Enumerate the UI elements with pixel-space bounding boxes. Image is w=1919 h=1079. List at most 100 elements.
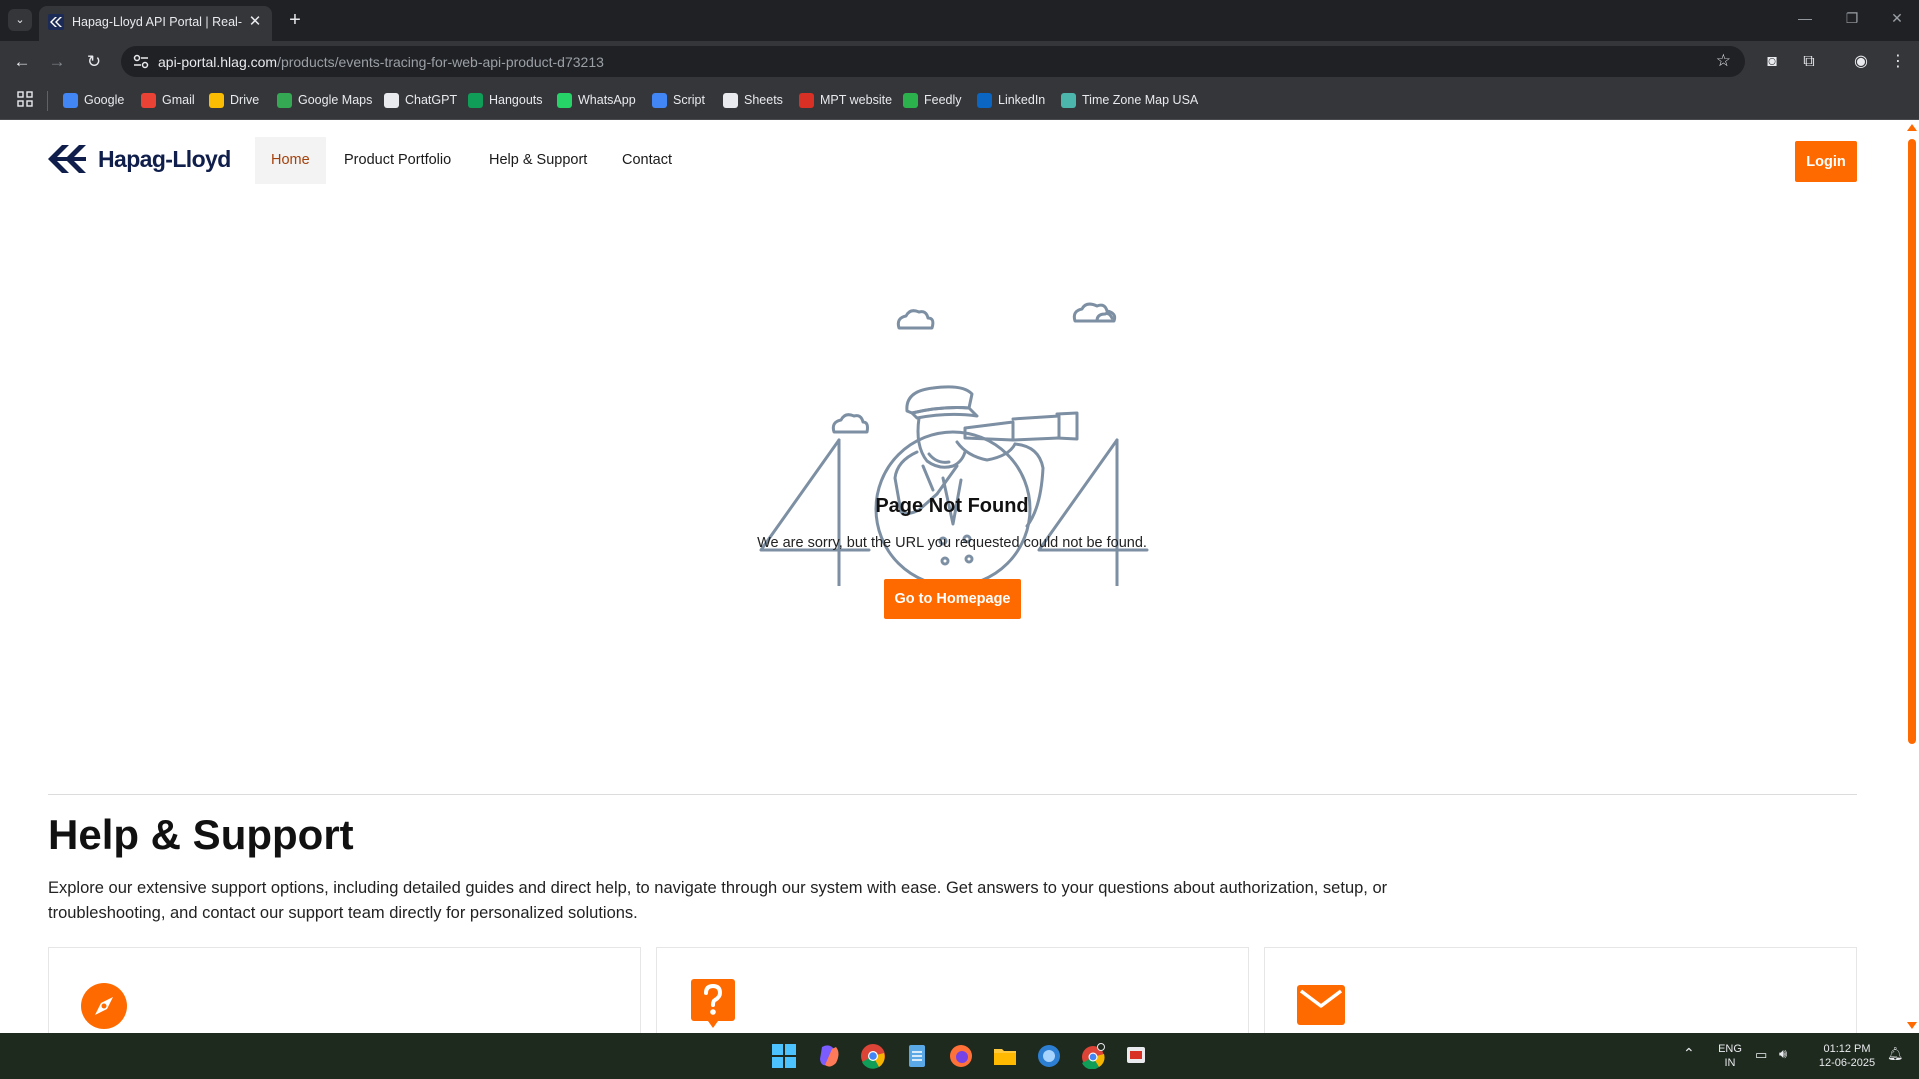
bookmark-label: Drive — [230, 93, 260, 107]
page-scrollbar[interactable] — [1904, 121, 1919, 1033]
network-icon[interactable]: ▭ — [1755, 1048, 1767, 1062]
cloud-top-left — [896, 309, 935, 330]
chatgpt-icon — [384, 92, 399, 108]
nav-product-portfolio[interactable]: Product Portfolio — [328, 137, 467, 184]
close-window-button[interactable]: ✕ — [1887, 10, 1907, 27]
windows-start-icon[interactable] — [771, 1043, 797, 1069]
mpt-icon — [799, 92, 814, 108]
bookmark-label: ChatGPT — [405, 93, 458, 107]
google-icon — [63, 92, 78, 108]
bookmark-label: Google Maps — [298, 93, 373, 107]
forward-arrow-icon[interactable]: → — [45, 50, 69, 74]
bookmark-chatgpt[interactable]: ChatGPT — [384, 91, 457, 109]
copilot-icon[interactable] — [816, 1043, 842, 1069]
bookmark-feedly[interactable]: Feedly — [903, 91, 962, 109]
bookmark-label: Sheets — [744, 93, 783, 107]
logo-text: Hapag-Lloyd — [98, 145, 231, 172]
restore-button[interactable]: ❐ — [1842, 10, 1862, 27]
chrome-icon[interactable] — [860, 1043, 886, 1069]
nav-help-support[interactable]: Help & Support — [473, 137, 603, 184]
bookmark-star-icon[interactable]: ☆ — [1716, 51, 1731, 71]
nav-home[interactable]: Home — [255, 137, 326, 184]
tray-overflow-chevron-icon[interactable]: ⌃ — [1683, 1046, 1695, 1060]
snipping-tool-icon[interactable] — [1124, 1043, 1150, 1069]
screenshot-camera-icon[interactable]: ◙ — [1761, 51, 1783, 73]
help-support-heading: Help & Support — [48, 811, 354, 858]
bookmark-label: LinkedIn — [998, 93, 1046, 107]
hapag-lloyd-favicon-icon — [48, 14, 64, 30]
script-icon — [652, 92, 667, 108]
tab-title: Hapag-Lloyd API Portal | Real-T — [72, 15, 242, 29]
volume-icon[interactable]: 🔊︎ — [1779, 1047, 1787, 1061]
compass-icon — [81, 983, 127, 1029]
bookmark-whatsapp[interactable]: WhatsApp — [557, 91, 636, 109]
bookmark-label: WhatsApp — [578, 93, 636, 107]
bookmark-label: Script — [673, 93, 705, 107]
bookmark-sheets[interactable]: Sheets — [723, 91, 783, 109]
hangouts-icon — [468, 92, 483, 108]
bookmark-label: Feedly — [924, 93, 962, 107]
hapag-lloyd-logo-icon — [48, 145, 86, 173]
new-tab-button[interactable]: + — [283, 7, 307, 33]
apps-grid-icon[interactable] — [17, 91, 33, 107]
bookmark-label: Gmail — [162, 93, 195, 107]
whatsapp-icon — [557, 92, 572, 108]
menu-kebab-icon[interactable]: ⋮ — [1887, 51, 1909, 73]
login-button[interactable]: Login — [1795, 141, 1857, 182]
chrome-profile-icon[interactable] — [1080, 1043, 1106, 1069]
notifications-bell-icon[interactable]: 🔔︎ — [1887, 1047, 1904, 1061]
bookmarks-separator — [47, 91, 48, 111]
bookmark-linkedin[interactable]: LinkedIn — [977, 91, 1045, 109]
gmail-icon — [141, 92, 156, 108]
bookmark-hangouts[interactable]: Hangouts — [468, 91, 543, 109]
maps-icon — [277, 92, 292, 108]
page-not-found-title: Page Not Found — [875, 495, 1029, 517]
url-text: api-portal.hlag.com/products/events-trac… — [158, 54, 604, 70]
bookmark-google-maps[interactable]: Google Maps — [277, 91, 372, 109]
scroll-down-arrow-icon[interactable] — [1907, 1022, 1917, 1029]
folder-icon — [723, 92, 738, 108]
address-bar[interactable]: api-portal.hlag.com/products/events-trac… — [121, 46, 1745, 77]
section-divider — [48, 794, 1857, 795]
hapag-lloyd-logo[interactable]: Hapag-Lloyd — [48, 145, 231, 173]
bookmark-script[interactable]: Script — [652, 91, 705, 109]
bookmark-gmail[interactable]: Gmail — [141, 91, 195, 109]
cloud-left — [831, 413, 869, 434]
clock[interactable]: 01:12 PM 12-06-2025 — [1812, 1042, 1882, 1070]
page-not-found-message: We are sorry, but the URL you requested … — [757, 535, 1147, 551]
mail-icon — [1297, 985, 1345, 1025]
site-info-icon[interactable] — [133, 54, 149, 69]
minimize-button[interactable]: — — [1795, 10, 1815, 26]
help-card-guides[interactable] — [48, 947, 641, 1033]
bookmark-label: Hangouts — [489, 93, 543, 107]
app-globe-icon[interactable] — [1036, 1043, 1062, 1069]
feedly-icon — [903, 92, 918, 108]
notepad-icon[interactable] — [904, 1043, 930, 1069]
help-support-description: Explore our extensive support options, i… — [48, 879, 1388, 922]
page-viewport: Hapag-Lloyd Home Product Portfolio Help … — [0, 121, 1919, 1033]
nav-contact[interactable]: Contact — [606, 137, 688, 184]
bookmark-time-zone-map-usa[interactable]: Time Zone Map USA — [1061, 91, 1198, 109]
bookmark-mpt-website[interactable]: MPT website — [799, 91, 892, 109]
go-to-homepage-button[interactable]: Go to Homepage — [884, 579, 1021, 619]
bookmark-drive[interactable]: Drive — [209, 91, 259, 109]
extensions-puzzle-icon[interactable]: ⧉ — [1798, 51, 1820, 73]
tab-search-button[interactable]: ⌄ — [8, 9, 32, 31]
windows-taskbar: ⌃ ENG IN ▭ 🔊︎ 01:12 PM 12-06-2025 🔔︎ — [0, 1033, 1919, 1079]
scrollbar-thumb[interactable] — [1908, 139, 1916, 744]
help-card-faq[interactable] — [656, 947, 1249, 1033]
language-indicator[interactable]: ENG IN — [1716, 1042, 1744, 1070]
browser-tab-active[interactable]: Hapag-Lloyd API Portal | Real-T ✕ — [39, 6, 272, 41]
bookmark-google[interactable]: Google — [63, 91, 124, 109]
firefox-icon[interactable] — [948, 1043, 974, 1069]
drive-icon — [209, 92, 224, 108]
tab-close-icon[interactable]: ✕ — [246, 13, 264, 31]
back-arrow-icon[interactable]: ← — [10, 50, 34, 74]
file-explorer-icon[interactable] — [992, 1043, 1018, 1069]
help-card-contact[interactable] — [1264, 947, 1857, 1033]
bookmark-label: Google — [84, 93, 125, 107]
reload-icon[interactable]: ↻ — [82, 50, 106, 74]
profile-avatar-icon[interactable]: ◉ — [1850, 51, 1872, 73]
scroll-up-arrow-icon[interactable] — [1907, 124, 1917, 131]
linkedin-icon — [977, 92, 992, 108]
